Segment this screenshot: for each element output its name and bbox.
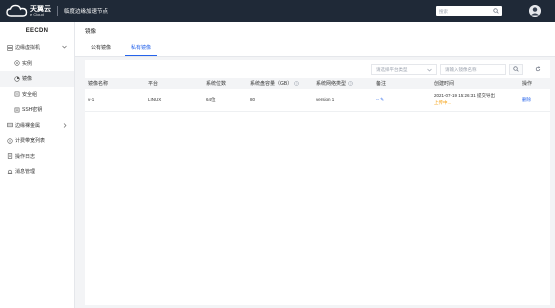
sidebar-item-instance[interactable]: 实例 — [0, 56, 74, 72]
delete-button[interactable]: 删除 — [522, 97, 531, 102]
top-search-input[interactable] — [436, 6, 491, 16]
refresh-button[interactable] — [533, 65, 543, 75]
tab-private-images[interactable]: 私有镜像 — [125, 41, 158, 56]
billing-icon — [7, 138, 13, 144]
top-title: 临度边缘加速节点 — [64, 9, 109, 15]
cell-name: v-1 — [85, 89, 145, 112]
cell-created: 2021-07-19 15:26:31 提交导出 上传中... — [431, 89, 519, 112]
sidebar-item-ssh-key[interactable]: SSH密钥 — [0, 102, 74, 118]
top-search-box — [436, 6, 502, 16]
sidebar-item-label: 消息管理 — [15, 169, 36, 176]
column-header-disk: 系统盘容量（GB）? — [247, 78, 313, 89]
sidebar-item-label: 操作日志 — [15, 153, 36, 160]
sidebar-item-label: 边缘虚拟机 — [15, 45, 41, 52]
tab-public-images[interactable]: 公有镜像 — [85, 41, 117, 53]
logo-en-text: e Cloud — [30, 11, 44, 17]
column-header-disk-label: 系统盘容量（GB） — [250, 81, 293, 87]
tabs: 公有镜像 私有镜像 — [85, 41, 165, 56]
key-icon — [14, 107, 20, 113]
cell-disk: 80 — [247, 89, 313, 112]
logo[interactable]: 天翼云 e Cloud — [6, 4, 51, 18]
sidebar-item-label: 边缘裸金属 — [15, 122, 41, 129]
sidebar-item-billing-bandwidth[interactable]: 计费带宽列表 — [0, 133, 74, 149]
sidebar-item-message-management[interactable]: 消息管理 — [0, 164, 74, 180]
sidebar-item-label: 实例 — [22, 60, 33, 67]
cell-platform: LINUX — [145, 89, 203, 112]
sidebar-item-operation-log[interactable]: 操作日志 — [0, 149, 74, 165]
images-table: 镜像名称 平台 系统位数 系统盘容量（GB）? 系统网络类型? 备注 创建时间 … — [85, 78, 550, 112]
bare-metal-icon — [7, 122, 13, 128]
edit-note-button[interactable]: -- ✎ — [376, 97, 384, 102]
sidebar-item-label: 计费带宽列表 — [15, 138, 46, 145]
cell-action: 删除 — [519, 89, 550, 112]
shield-icon — [14, 91, 20, 97]
image-name-input[interactable] — [440, 64, 506, 75]
svg-text:?: ? — [296, 82, 298, 86]
sidebar-item-label: 安全组 — [22, 91, 38, 98]
created-time-text: 2021-07-19 15:26:31 提交导出 — [434, 93, 496, 98]
column-header-network: 系统网络类型? — [313, 78, 373, 89]
cell-bits: 64位 — [203, 89, 247, 112]
cell-network: version 1 — [313, 89, 373, 112]
platform-type-placeholder: 请选择平台类型 — [376, 66, 408, 72]
column-header-note: 备注 — [373, 78, 431, 89]
search-icon[interactable] — [493, 8, 499, 16]
column-header-action: 操作 — [519, 78, 550, 89]
cloud-logo-icon — [6, 4, 28, 18]
column-header-created: 创建时间 — [431, 78, 519, 89]
message-icon — [7, 169, 13, 175]
user-avatar[interactable] — [529, 5, 541, 17]
chevron-right-icon — [63, 122, 67, 130]
column-header-bits: 系统位数 — [203, 78, 247, 89]
sidebar-item-label: 镜像 — [22, 76, 33, 83]
cell-note: -- ✎ — [373, 89, 431, 112]
sidebar-item-edge-bare-metal[interactable]: 边缘裸金属 — [0, 118, 74, 134]
sidebar-item-edge-vm[interactable]: 边缘虚拟机 — [0, 40, 74, 56]
help-icon[interactable]: ? — [294, 81, 300, 87]
image-icon — [14, 76, 20, 82]
platform-type-select[interactable]: 请选择平台类型 — [371, 64, 437, 75]
column-header-name: 镜像名称 — [85, 78, 145, 89]
search-icon — [513, 65, 519, 74]
sidebar-item-security-group[interactable]: 安全组 — [0, 87, 74, 103]
page-header: 镜像 公有镜像 私有镜像 — [75, 22, 555, 57]
content-panel: 请选择平台类型 镜像名称 平台 系统位数 系统盘容量（GB）? 系统网络类型? — [85, 60, 550, 305]
column-header-network-label: 系统网络类型 — [316, 81, 347, 87]
sidebar-item-image[interactable]: 镜像 — [0, 71, 74, 87]
upload-status-text: 上传中... — [434, 99, 452, 105]
column-header-platform: 平台 — [145, 78, 203, 89]
top-divider — [57, 6, 58, 16]
sidebar-brand: EECDN — [25, 28, 49, 34]
table-row: v-1 LINUX 64位 80 version 1 -- ✎ 2021-07-… — [85, 89, 550, 112]
sidebar: EECDN 边缘虚拟机 实例 镜像 安全组 SSH密钥 边缘裸金属 计费带宽列表… — [0, 22, 75, 308]
svg-text:?: ? — [350, 82, 352, 86]
server-icon — [7, 45, 13, 51]
log-icon — [7, 153, 13, 159]
page-title: 镜像 — [85, 29, 97, 35]
top-bar: 天翼云 e Cloud 临度边缘加速节点 — [0, 0, 555, 22]
main-area: 镜像 公有镜像 私有镜像 请选择平台类型 镜像名称 平台 — [75, 22, 555, 308]
chevron-down-icon — [427, 68, 432, 73]
search-button[interactable] — [509, 64, 523, 75]
instance-icon — [14, 60, 20, 66]
sidebar-item-label: SSH密钥 — [22, 107, 43, 114]
table-header-row: 镜像名称 平台 系统位数 系统盘容量（GB）? 系统网络类型? 备注 创建时间 … — [85, 78, 550, 89]
help-icon[interactable]: ? — [348, 81, 353, 87]
chevron-down-icon — [62, 45, 67, 51]
refresh-icon — [535, 66, 541, 74]
